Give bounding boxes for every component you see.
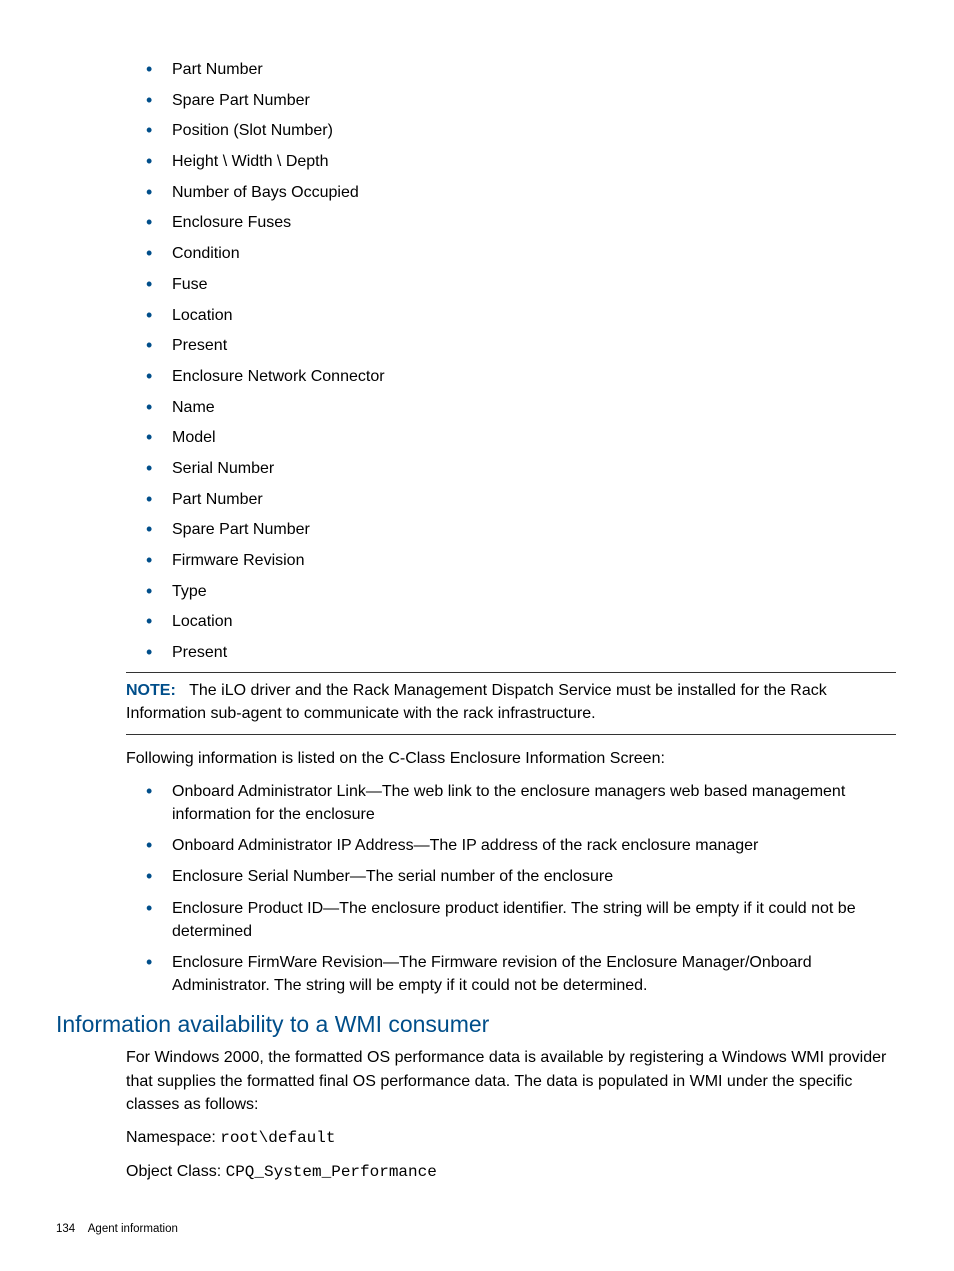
list-item: Fuse (146, 273, 896, 296)
para-wmi: For Windows 2000, the formatted OS perfo… (126, 1046, 896, 1116)
property-list-2: Onboard Administrator Link—The web link … (126, 780, 896, 998)
list-item: Enclosure Fuses (146, 211, 896, 234)
note-label: NOTE: (126, 682, 176, 699)
list-item: Serial Number (146, 457, 896, 480)
list-item: Name (146, 396, 896, 419)
namespace-label: Namespace: (126, 1129, 220, 1146)
object-class-value: CPQ_System_Performance (226, 1163, 437, 1181)
footer-title: Agent information (88, 1223, 178, 1235)
list-item: Location (146, 304, 896, 327)
object-class-label: Object Class: (126, 1163, 226, 1180)
namespace-value: root\default (220, 1129, 335, 1147)
list-item: Part Number (146, 58, 896, 81)
list-item: Location (146, 610, 896, 633)
list-item: Firmware Revision (146, 549, 896, 572)
list-item: Onboard Administrator Link—The web link … (146, 780, 896, 826)
list-item: Spare Part Number (146, 89, 896, 112)
note-text: The iLO driver and the Rack Management D… (126, 682, 827, 722)
list-item: Number of Bays Occupied (146, 181, 896, 204)
property-list-1: Part Number Spare Part Number Position (… (126, 58, 896, 664)
list-item: Condition (146, 242, 896, 265)
list-item: Model (146, 426, 896, 449)
page-number: 134 (56, 1223, 75, 1235)
list-item: Height \ Width \ Depth (146, 150, 896, 173)
list-item: Onboard Administrator IP Address—The IP … (146, 834, 896, 857)
list-item: Spare Part Number (146, 518, 896, 541)
list-item: Present (146, 334, 896, 357)
note-box: NOTE: The iLO driver and the Rack Manage… (126, 672, 896, 734)
list-item: Enclosure Serial Number—The serial numbe… (146, 865, 896, 888)
list-item: Position (Slot Number) (146, 119, 896, 142)
list-item: Type (146, 580, 896, 603)
page-footer: 134 Agent information (56, 1223, 178, 1235)
object-class-line: Object Class: CPQ_System_Performance (126, 1160, 896, 1184)
list-item: Enclosure Product ID—The enclosure produ… (146, 897, 896, 943)
para-following: Following information is listed on the C… (126, 747, 896, 770)
list-item: Enclosure FirmWare Revision—The Firmware… (146, 951, 896, 997)
list-item: Present (146, 641, 896, 664)
namespace-line: Namespace: root\default (126, 1126, 896, 1150)
list-item: Enclosure Network Connector (146, 365, 896, 388)
list-item: Part Number (146, 488, 896, 511)
section-heading: Information availability to a WMI consum… (56, 1011, 898, 1038)
